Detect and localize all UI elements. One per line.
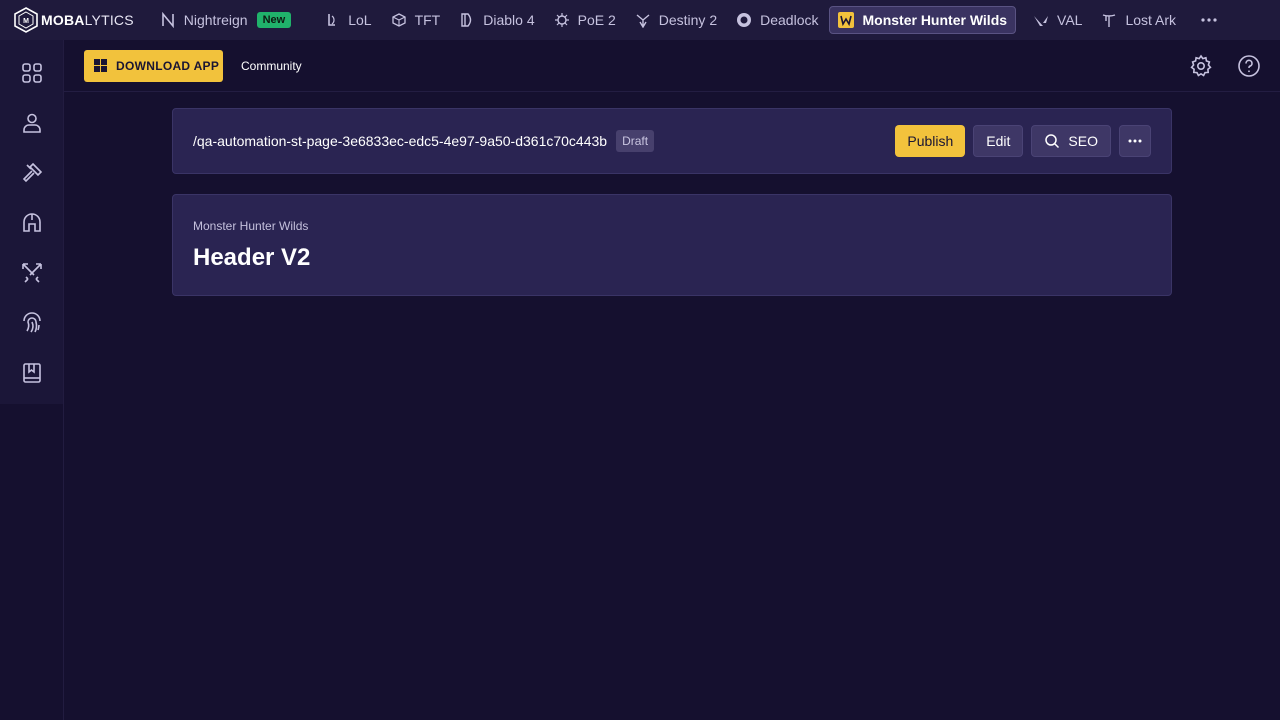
lost-ark-icon	[1103, 14, 1116, 27]
nav-game-diablo[interactable]: Diablo 4	[451, 6, 542, 34]
new-badge: New	[256, 12, 292, 28]
header-actions	[1166, 53, 1280, 79]
search-icon	[1045, 134, 1060, 149]
helmet-icon	[22, 213, 41, 232]
download-app-button[interactable]: DOWNLOAD APP	[84, 49, 223, 82]
more-horizontal-icon	[1128, 139, 1142, 143]
sidebar-item-armor[interactable]	[12, 204, 52, 242]
gear-icon	[1190, 54, 1212, 77]
svg-text:M: M	[23, 18, 29, 25]
help-button[interactable]	[1236, 53, 1262, 79]
nav-game-label: VAL	[1057, 12, 1083, 28]
header-block[interactable]: Monster Hunter Wilds Header V2	[172, 194, 1172, 296]
hammer-icon	[22, 162, 42, 183]
publish-button[interactable]: Publish	[895, 125, 966, 157]
top-navigation: M MOBALYTICS Nightreign New LoL TFT Diab…	[0, 0, 1280, 40]
community-link[interactable]: Community	[241, 59, 302, 73]
publish-label: Publish	[907, 133, 954, 149]
edit-label: Edit	[986, 133, 1011, 149]
sidebar-item-builds[interactable]	[12, 154, 52, 192]
crossed-swords-icon	[21, 263, 42, 283]
deadlock-icon	[737, 13, 752, 27]
valorant-icon	[1034, 16, 1049, 26]
windows-icon	[94, 59, 107, 72]
more-actions-button[interactable]	[1119, 125, 1151, 157]
tft-icon	[391, 13, 406, 27]
nav-game-tft[interactable]: TFT	[383, 6, 449, 34]
nav-game-label: Diablo 4	[483, 12, 535, 28]
sidebar-item-apps[interactable]	[12, 54, 52, 92]
nav-game-label: Monster Hunter Wilds	[862, 12, 1008, 28]
nav-game-destiny[interactable]: Destiny 2	[627, 6, 725, 34]
nav-game-monster-hunter-wilds[interactable]: Monster Hunter Wilds	[829, 6, 1017, 34]
nav-game-label: Lost Ark	[1125, 12, 1177, 28]
lol-icon	[328, 14, 336, 26]
nav-game-lol[interactable]: LoL	[316, 6, 379, 34]
mhw-icon	[838, 12, 855, 28]
bookmark-book-icon	[22, 363, 41, 383]
nightreign-icon	[161, 12, 174, 28]
nav-game-label: Nightreign	[183, 12, 248, 28]
apps-grid-icon	[21, 63, 42, 83]
sidebar-item-identity[interactable]	[12, 304, 52, 342]
status-badge: Draft	[616, 130, 655, 152]
nav-game-nightreign[interactable]: Nightreign New	[152, 6, 299, 34]
page-title: Header V2	[193, 244, 311, 271]
nav-game-deadlock[interactable]: Deadlock	[728, 6, 826, 34]
nav-game-label: TFT	[414, 12, 441, 28]
sidebar-item-guides[interactable]	[12, 354, 52, 392]
nav-game-valorant[interactable]: VAL	[1025, 6, 1090, 34]
user-icon	[22, 113, 41, 133]
page-path: /qa-automation-st-page-3e6833ec-edc5-4e9…	[193, 133, 608, 149]
nav-game-label: PoE 2	[577, 12, 616, 28]
sub-header: DOWNLOAD APP Community	[64, 40, 1280, 92]
sidebar-nav	[0, 40, 63, 404]
destiny-icon	[636, 14, 650, 28]
download-app-label: DOWNLOAD APP	[116, 58, 220, 73]
page-toolbar: /qa-automation-st-page-3e6833ec-edc5-4e9…	[172, 108, 1172, 174]
sidebar-item-weapons[interactable]	[12, 254, 52, 292]
nav-game-label: LoL	[348, 12, 372, 28]
mobalytics-logo[interactable]: M MOBALYTICS	[0, 0, 152, 40]
brand-name: MOBALYTICS	[41, 12, 134, 28]
edit-button[interactable]: Edit	[973, 125, 1024, 157]
more-games-icon[interactable]	[1197, 8, 1221, 32]
game-name: Monster Hunter Wilds	[193, 219, 309, 233]
page-actions: Publish Edit SEO	[887, 125, 1151, 157]
fingerprint-icon	[22, 312, 41, 333]
mobalytics-logo-icon: M	[14, 7, 38, 33]
settings-button[interactable]	[1188, 53, 1214, 79]
nav-game-lost-ark[interactable]: Lost Ark	[1093, 6, 1184, 34]
poe-icon	[554, 13, 569, 27]
help-circle-icon	[1238, 54, 1260, 77]
left-sidebar	[0, 40, 64, 720]
seo-label: SEO	[1068, 133, 1098, 149]
sidebar-item-profile[interactable]	[12, 104, 52, 142]
nav-game-label: Deadlock	[760, 12, 819, 28]
nav-game-label: Destiny 2	[658, 12, 718, 28]
nav-game-poe[interactable]: PoE 2	[546, 6, 624, 34]
seo-button[interactable]: SEO	[1031, 125, 1111, 157]
diablo-icon	[461, 13, 472, 27]
